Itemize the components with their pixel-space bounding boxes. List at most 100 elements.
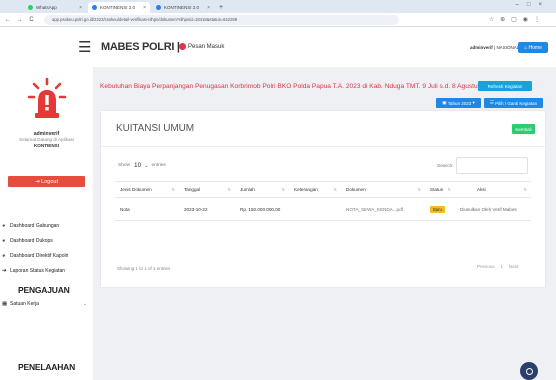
status-badge: Baru <box>430 205 445 213</box>
sort-icon: ⇅ <box>333 187 337 192</box>
sidebar-app-name: KONTIENSI <box>33 143 59 148</box>
sidebar-item-dashboard-dukops[interactable]: ◕ Dashboard Dukops <box>0 238 53 244</box>
address-bar: ← → C app.psokeu.polri.go.id/2223/csokeu… <box>0 13 556 27</box>
sort-icon: ⇅ <box>523 187 527 192</box>
tab-label: KONTINENSI 2.0 <box>100 5 136 10</box>
sidebar-item-satuan-kerja[interactable]: ▦ Satuan Kerja ⌄ <box>0 301 87 307</box>
cell-dokumen-link[interactable]: NOTA_SEWA_KENDA...pdf <box>341 197 425 221</box>
entries-length-control: Show 10 ⌄ entries <box>118 162 166 169</box>
user-name: adminverif <box>470 45 493 50</box>
back-icon[interactable]: ← <box>3 17 12 23</box>
table-info: Showing 1 to 1 of 1 entries <box>117 266 171 271</box>
building-icon: ▦ <box>2 301 8 307</box>
cell-tanggal: 2023-10-22 <box>179 197 235 221</box>
chevron-down-icon[interactable]: ⌄ <box>144 163 148 169</box>
refresh-kegiatan-button[interactable]: Refresh Kegiatan <box>478 81 532 91</box>
home-button[interactable]: ⌂ Home <box>518 42 548 53</box>
chat-icon <box>525 367 533 375</box>
kembali-button[interactable]: Kembali <box>512 124 535 134</box>
section-penelaahan: PENELAAHAN <box>18 362 76 372</box>
entries-label: entries <box>151 163 166 168</box>
logout-label: Logout <box>41 178 58 185</box>
user-info[interactable]: adminverif | NASIONAL <box>470 45 519 50</box>
kuitansi-card: KUITANSI UMUM Kembali Show 10 ⌄ entries … <box>101 111 545 287</box>
sidebar-item-label: Laporan Status Kegiatan <box>10 268 66 274</box>
search-label: Search: <box>437 164 454 169</box>
user-role: NASIONAL <box>496 45 520 50</box>
new-tab-icon[interactable]: + <box>219 2 223 13</box>
sidebar-item-label: Dashboard Direktif Kapolri <box>10 253 69 259</box>
cell-status: Baru <box>425 197 455 221</box>
close-tab-icon[interactable]: × <box>79 5 82 11</box>
hamburger-menu-icon[interactable]: ☰ <box>78 38 91 56</box>
pesan-masuk-label: Pesan Masuk <box>188 43 225 50</box>
site-icon <box>92 5 97 10</box>
card-title: KUITANSI UMUM <box>116 123 194 134</box>
tahun-label: Tahun 2023 <box>447 100 472 106</box>
notification-icon <box>179 43 186 50</box>
browser-tab[interactable]: KONTINENSI 2.0 × <box>152 2 214 13</box>
next-button[interactable]: Next <box>509 264 518 269</box>
browser-tab-active[interactable]: KONTINENSI 2.0 × <box>88 2 150 13</box>
page-button[interactable]: 1 <box>500 264 505 269</box>
pilih-kegiatan-button[interactable]: ☰ Pilih / Ganti Kegiatan <box>484 98 543 108</box>
warning-logo-icon <box>27 77 67 118</box>
tahun-dropdown[interactable]: ▣ Tahun 2023 ▾ <box>436 98 481 108</box>
sidebar-item-label: Dashboard Gabungan <box>10 223 60 229</box>
column-header[interactable]: Tanggal ⇅ <box>179 181 235 198</box>
card-divider <box>101 146 545 147</box>
sort-icon: ⇅ <box>171 187 175 192</box>
previous-button[interactable]: Previous <box>477 264 495 269</box>
chevron-down-icon: ⌄ <box>82 301 88 307</box>
sidebar-item-label: Dashboard Dukops <box>10 238 53 244</box>
sidebar-item-label: Satuan Kerja <box>10 301 39 307</box>
cell-jumlah: Rp. 150.000.000,00 <box>235 197 289 221</box>
table-row: Nota 2023-10-22 Rp. 150.000.000,00 NOTA_… <box>115 197 531 221</box>
app-header: ☰ MABES POLRI | Pesan Masuk adminverif |… <box>0 27 556 67</box>
forward-icon[interactable]: → <box>15 17 24 23</box>
home-label: Home <box>528 44 542 51</box>
column-header[interactable]: Aksi ⇅ <box>455 181 531 198</box>
brand-title: MABES POLRI | <box>101 41 180 53</box>
column-header[interactable]: Jumlah ⇅ <box>235 181 289 198</box>
cell-keterangan <box>289 197 341 221</box>
browser-tab-bar: WhatsApp × KONTINENSI 2.0 × KONTINENSI 2… <box>0 0 556 13</box>
pagination: Previous 1 Next <box>477 264 518 269</box>
browser-tab[interactable]: WhatsApp × <box>24 2 86 13</box>
show-label: Show <box>118 163 130 168</box>
sort-icon: ⇅ <box>281 187 285 192</box>
arrow-icon: ➔ <box>2 268 7 274</box>
search-input[interactable] <box>456 157 528 174</box>
pesan-masuk-link[interactable]: Pesan Masuk <box>179 43 224 50</box>
entries-select[interactable]: 10 <box>134 162 141 169</box>
sort-icon: ⇅ <box>417 187 421 192</box>
column-header[interactable]: Jenis Dokumen ⇅ <box>115 181 179 198</box>
column-header[interactable]: Dokumen ⇅ <box>341 181 425 198</box>
tab-label: WhatsApp <box>36 5 57 10</box>
dashboard-icon: ◕ <box>2 223 6 229</box>
sidebar-item-dashboard-gabungan[interactable]: ◕ Dashboard Gabungan <box>0 223 59 229</box>
sidebar-item-laporan-status[interactable]: ➔ Laporan Status Kegiatan <box>0 268 65 274</box>
sort-icon: ⇅ <box>227 187 231 192</box>
tab-label: KONTINENSI 2.0 <box>164 5 200 10</box>
browser-toolbar-icons[interactable]: ☆⊕▢◉⋮ <box>489 16 546 23</box>
sidebar-user-block: adminverif Selamat Datang di Aplikasi KO… <box>0 131 93 149</box>
url-input[interactable]: app.psokeu.polri.go.id/2223/csokeu/detai… <box>44 14 399 25</box>
sort-icon: ⇅ <box>447 187 451 192</box>
column-header[interactable]: Status ⇅ <box>425 181 455 198</box>
caret-down-icon: ▾ <box>471 100 475 105</box>
whatsapp-icon <box>28 5 33 10</box>
close-tab-icon[interactable]: × <box>143 5 146 11</box>
dashboard-icon: ◕ <box>2 238 6 244</box>
close-tab-icon[interactable]: × <box>207 5 210 11</box>
cell-aksi: Diusulkan Oleh Verif Mabes <box>455 197 531 221</box>
sidebar-item-dashboard-direktif[interactable]: ◕ Dashboard Direktif Kapolri <box>0 253 68 259</box>
site-icon <box>156 5 161 10</box>
window-controls[interactable]: –□× <box>516 2 550 8</box>
reload-icon[interactable]: C <box>27 17 36 23</box>
logout-button[interactable]: ⇥ Logout <box>8 176 85 187</box>
chat-button[interactable] <box>520 362 538 380</box>
documents-table: Jenis Dokumen ⇅ Tanggal ⇅ Jumlah ⇅ Keterang… <box>115 181 531 221</box>
column-header[interactable]: Keterangan ⇅ <box>289 181 341 198</box>
dashboard-icon: ◕ <box>2 253 6 259</box>
